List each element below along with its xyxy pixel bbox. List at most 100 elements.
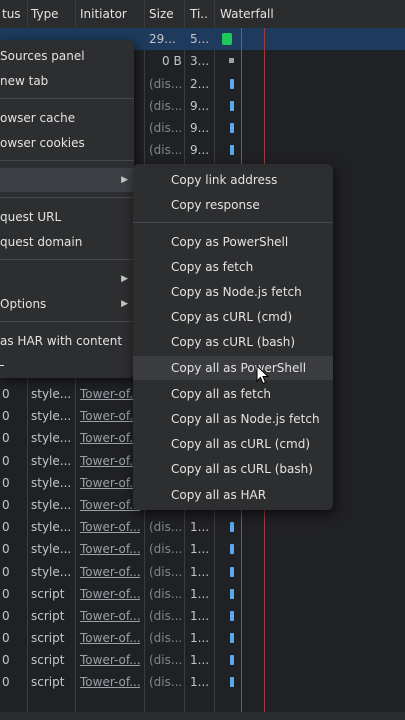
initiator-link[interactable]: Tower-of... bbox=[78, 561, 140, 583]
menu-item-label: Sources panel bbox=[0, 49, 85, 63]
table-row[interactable]: 0 style... Tower-of... (dis... 1... bbox=[0, 561, 405, 583]
column-header-size[interactable]: Size bbox=[147, 0, 185, 28]
menu-item-copy-all-as-powershell[interactable]: Copy all as PowerShell bbox=[133, 356, 333, 380]
initiator-link[interactable]: Tower-of... bbox=[78, 538, 140, 560]
initiator-link[interactable]: Tower-of... bbox=[78, 405, 140, 427]
menu-item-save-all-as-har[interactable]: as HAR with content bbox=[0, 329, 134, 353]
waterfall-dot bbox=[229, 58, 234, 63]
menu-item-copy-all-as-curl-bash[interactable]: Copy all as cURL (bash) bbox=[133, 457, 333, 481]
waterfall-bar bbox=[230, 79, 234, 89]
chevron-right-icon: ▶ bbox=[121, 299, 128, 309]
menu-item-copy-as-fetch[interactable]: Copy as fetch bbox=[133, 255, 333, 279]
table-row[interactable]: 0 script Tower-of... (dis... 1... bbox=[0, 671, 405, 693]
menu-item-label: as HAR with content bbox=[0, 334, 123, 348]
menu-item-block-request-url[interactable]: quest URL bbox=[0, 205, 134, 229]
initiator-link[interactable]: Tower-of... bbox=[78, 605, 140, 627]
status-cell: 0 bbox=[2, 565, 10, 579]
table-row[interactable]: 0 script Tower-of... (dis... 1... bbox=[0, 583, 405, 605]
type-cell: script bbox=[31, 609, 65, 623]
time-cell: 1... bbox=[190, 609, 210, 623]
table-row[interactable]: 0 script Tower-of... (dis... 1... bbox=[0, 627, 405, 649]
initiator-link[interactable]: Tower-of... bbox=[78, 450, 140, 472]
status-cell: 0 bbox=[2, 520, 10, 534]
menu-item-copy-all-as-fetch[interactable]: Copy all as fetch bbox=[133, 382, 333, 406]
type-cell: script bbox=[31, 653, 65, 667]
menu-separator bbox=[0, 321, 134, 322]
initiator-link[interactable]: Tower-of... bbox=[78, 494, 140, 516]
status-cell: 0 bbox=[2, 387, 10, 401]
status-bar bbox=[0, 712, 405, 720]
column-header-initiator[interactable]: Initiator bbox=[78, 0, 146, 28]
menu-item-copy-as-curl-cmd[interactable]: Copy as cURL (cmd) bbox=[133, 305, 333, 329]
status-cell: 0 bbox=[2, 631, 10, 645]
initiator-link[interactable]: Tower-of... bbox=[78, 472, 140, 494]
column-header-type[interactable]: Type bbox=[29, 0, 75, 28]
size-cell: (dis... bbox=[149, 631, 183, 645]
menu-item-copy[interactable]: ▶ bbox=[0, 168, 134, 192]
menu-item-open-in-new-tab[interactable]: new tab bbox=[0, 69, 134, 93]
menu-item-copy-all-as-nodejs-fetch[interactable]: Copy all as Node.js fetch bbox=[133, 407, 333, 431]
menu-item-clear-browser-cookies[interactable]: owser cookies bbox=[0, 131, 134, 155]
time-cell: 1... bbox=[190, 565, 210, 579]
menu-item-label: Options bbox=[0, 297, 47, 311]
menu-item-copy-all-as-har[interactable]: Copy all as HAR bbox=[133, 483, 333, 507]
status-cell: 0 bbox=[2, 542, 10, 556]
waterfall-bar bbox=[230, 655, 234, 665]
table-row[interactable]: 0 script Tower-of... (dis... 1... bbox=[0, 605, 405, 627]
menu-item-header-options[interactable]: Options ▶ bbox=[0, 292, 134, 316]
initiator-link[interactable]: Tower-of... bbox=[78, 649, 140, 671]
initiator-link[interactable]: Tower-of... bbox=[78, 671, 140, 693]
menu-separator bbox=[0, 259, 134, 260]
time-cell: 1... bbox=[190, 587, 210, 601]
waterfall-bar bbox=[230, 589, 234, 599]
initiator-link[interactable]: Tower-of... bbox=[78, 516, 140, 538]
menu-item-copy-as-powershell[interactable]: Copy as PowerShell bbox=[133, 230, 333, 254]
initiator-link[interactable]: Tower-of... bbox=[78, 627, 140, 649]
table-row[interactable]: 0 style... Tower-of... (dis... 1... bbox=[0, 516, 405, 538]
chevron-right-icon: ▶ bbox=[121, 274, 128, 284]
menu-item-copy-all-as-curl-cmd[interactable]: Copy all as cURL (cmd) bbox=[133, 432, 333, 456]
menu-item-copy-response[interactable]: Copy response bbox=[133, 193, 333, 217]
status-cell: 0 bbox=[2, 476, 10, 490]
context-menu: Sources panel new tab owser cache owser … bbox=[0, 40, 134, 378]
size-cell: (dis... bbox=[149, 609, 183, 623]
column-header-waterfall[interactable]: Waterfall bbox=[218, 0, 300, 28]
type-cell: style... bbox=[31, 387, 72, 401]
menu-item-sort-by[interactable]: ▶ bbox=[0, 267, 134, 291]
type-cell: style... bbox=[31, 454, 72, 468]
initiator-link[interactable]: Tower-of... bbox=[78, 383, 140, 405]
menu-item-label: owser cookies bbox=[0, 136, 85, 150]
time-cell: 9... bbox=[190, 99, 210, 113]
mouse-pointer-icon bbox=[256, 365, 270, 385]
table-row[interactable]: 0 script Tower-of... (dis... 1... bbox=[0, 649, 405, 671]
initiator-link[interactable]: Tower-of... bbox=[78, 583, 140, 605]
menu-item-block-request-domain[interactable]: quest domain bbox=[0, 230, 134, 254]
size-cell: (dis... bbox=[149, 542, 183, 556]
column-header-status[interactable]: tus bbox=[0, 0, 28, 28]
time-cell: 1... bbox=[190, 675, 210, 689]
initiator-link[interactable]: Tower-of... bbox=[78, 427, 140, 449]
status-cell: 0 bbox=[2, 498, 10, 512]
size-cell: 0 B bbox=[162, 54, 182, 68]
status-cell: 0 bbox=[2, 653, 10, 667]
menu-item-open-in-sources-panel[interactable]: Sources panel bbox=[0, 44, 134, 68]
size-cell: 29... bbox=[149, 32, 176, 46]
menu-item-clear-browser-cache[interactable]: owser cache bbox=[0, 106, 134, 130]
time-cell: 1... bbox=[190, 631, 210, 645]
time-cell: 1... bbox=[190, 653, 210, 667]
type-cell: script bbox=[31, 587, 65, 601]
menu-item-copy-as-curl-bash[interactable]: Copy as cURL (bash) bbox=[133, 330, 333, 354]
menu-item-label: quest URL bbox=[0, 210, 62, 224]
table-row[interactable]: 0 style... Tower-of... (dis... 1... bbox=[0, 538, 405, 560]
menu-item-copy-link-address[interactable]: Copy link address bbox=[133, 168, 333, 192]
time-cell: 9... bbox=[190, 121, 210, 135]
size-cell: (dis... bbox=[149, 121, 183, 135]
column-header-time[interactable]: Ti.. bbox=[188, 0, 216, 28]
time-cell: 5... bbox=[190, 32, 210, 46]
waterfall-bar bbox=[230, 522, 234, 532]
time-cell: 2... bbox=[190, 77, 210, 91]
type-cell: style... bbox=[31, 409, 72, 423]
waterfall-bar bbox=[230, 677, 234, 687]
menu-item-copy-as-nodejs-fetch[interactable]: Copy as Node.js fetch bbox=[133, 280, 333, 304]
waterfall-bar bbox=[230, 123, 234, 133]
